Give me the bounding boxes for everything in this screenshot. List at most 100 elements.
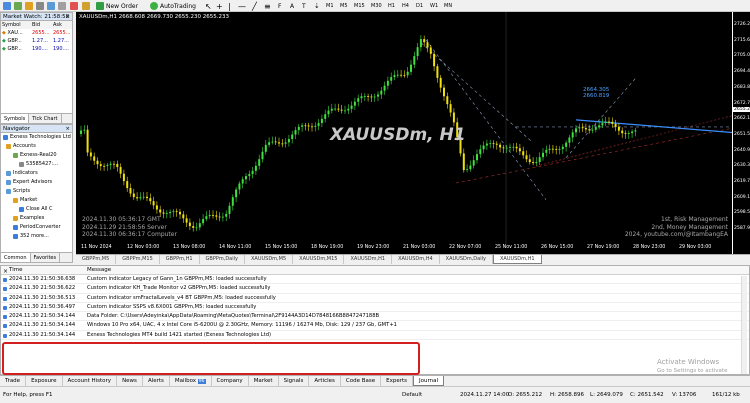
tab-journal[interactable]: Journal: [413, 376, 445, 386]
candle-body: [571, 132, 574, 138]
profiles-icon[interactable]: [14, 1, 22, 11]
nav-item-accounts[interactable]: Accounts: [1, 142, 72, 151]
close-icon[interactable]: ×: [3, 268, 8, 275]
chart-tab[interactable]: GBPPm,Daily: [200, 255, 245, 264]
chart-tab[interactable]: XAUUSDm,H1: [344, 255, 393, 264]
options-icon[interactable]: [82, 1, 90, 11]
journal-row[interactable]: 2024.11.30 21:50:36.638 Custom indicator …: [1, 275, 749, 285]
journal-row[interactable]: 2024.11.30 21:50:36.513 Custom indicator …: [1, 294, 749, 303]
nav-item-indicators[interactable]: Indicators: [1, 169, 72, 178]
timeframe-d1[interactable]: D1: [416, 1, 423, 11]
candle-body: [551, 148, 554, 150]
tab-company[interactable]: Company: [212, 376, 249, 386]
tab-code-base[interactable]: Code Base: [341, 376, 382, 386]
chart-tab[interactable]: XAUUSDm,M5: [245, 255, 294, 264]
timeframe-m5[interactable]: M5: [340, 1, 348, 11]
channel-icon[interactable]: ≡: [264, 1, 271, 11]
trendline-icon[interactable]: ╱: [252, 1, 257, 11]
market-watch-row[interactable]: ◆ GBP... 190.... 190....: [1, 45, 72, 53]
server-time: 2024.11.29 21:58:56 Server: [82, 223, 167, 231]
tab-news[interactable]: News: [117, 376, 143, 386]
chart-tab[interactable]: XAUUSDm,M15: [293, 255, 345, 264]
chart-tab[interactable]: GBPPm,M5: [76, 255, 117, 264]
timeframe-w1[interactable]: W1: [430, 1, 438, 11]
candle-body: [86, 129, 89, 153]
tab-symbols[interactable]: Symbols: [1, 114, 30, 123]
tab-alerts[interactable]: Alerts: [143, 376, 170, 386]
market-watch-row[interactable]: ◆ GBP... 1.27... 1.27...: [1, 37, 72, 45]
fibonacci-icon[interactable]: F: [278, 1, 281, 11]
close-icon[interactable]: ×: [65, 125, 70, 133]
candle-body: [152, 201, 155, 206]
chart-tab[interactable]: XAUUSDm,H4: [392, 255, 440, 264]
broker-icon: [3, 135, 8, 140]
new-order-button[interactable]: New Order: [96, 1, 138, 11]
journal-header: Time Message: [1, 266, 749, 275]
timeframe-m1[interactable]: M1: [326, 1, 334, 11]
folder-icon: [13, 216, 18, 221]
arrows-icon[interactable]: ⇣: [314, 1, 320, 11]
market-watch-icon[interactable]: [25, 1, 33, 11]
candle-body: [96, 160, 99, 165]
candle-body: [287, 139, 290, 143]
autotrading-button[interactable]: AutoTrading: [150, 1, 196, 11]
candle-body: [499, 144, 502, 148]
journal-row[interactable]: 2024.11.30 21:50:36.497 Custom indicator …: [1, 303, 749, 313]
journal-row[interactable]: 2024.11.30 21:50:34.144 Windows 10 Pro x6…: [1, 321, 749, 331]
price-chart[interactable]: XAUUSDm,H1 2668.608 2669.730 2655.230 26…: [76, 12, 732, 254]
journal-row[interactable]: 2024.11.30 21:50:34.144 Data Folder: C:\U…: [1, 312, 749, 322]
price-label: 2715.630: [734, 37, 750, 43]
nav-item-more[interactable]: 352 more...: [1, 232, 72, 241]
journal-row[interactable]: 2024.11.30 21:50:36.622 Custom indicator …: [1, 284, 749, 294]
tab-market[interactable]: Market: [249, 376, 279, 386]
nav-item-account-number[interactable]: 53585427:...: [1, 160, 72, 169]
chart-tab[interactable]: GBPPm,M15: [116, 255, 160, 264]
terminal-icon[interactable]: [47, 1, 55, 11]
market-watch-title: Market Watch: 21:58:58 ×: [1, 13, 72, 21]
timeframe-m15[interactable]: M15: [354, 1, 365, 11]
tab-tick-chart[interactable]: Tick Chart: [29, 114, 62, 123]
tab-articles[interactable]: Articles: [309, 376, 341, 386]
tab-common[interactable]: Common: [1, 253, 31, 262]
nav-item-periodconverter[interactable]: PeriodConverter: [1, 223, 72, 232]
tab-mailbox[interactable]: Mailbox 96: [170, 376, 212, 386]
crosshair-icon[interactable]: +: [216, 1, 223, 11]
timeframe-m30[interactable]: M30: [371, 1, 382, 11]
tab-signals[interactable]: Signals: [279, 376, 310, 386]
file-icon[interactable]: [3, 1, 11, 11]
tab-account-history[interactable]: Account History: [63, 376, 118, 386]
tab-exposure[interactable]: Exposure: [26, 376, 63, 386]
journal-row[interactable]: 2024.11.30 21:50:34.144 Exness Technologi…: [1, 331, 749, 341]
timeframe-h4[interactable]: H4: [402, 1, 409, 11]
chart-tab-active[interactable]: XAUUSDm,H1: [492, 255, 542, 264]
vertical-line-icon[interactable]: |: [228, 1, 231, 11]
nav-item-server[interactable]: Exness-Real20: [1, 151, 72, 160]
nav-item-broker[interactable]: Exness Technologies Ltd: [1, 133, 72, 142]
label-tool-icon[interactable]: T: [302, 1, 306, 11]
chart-tab[interactable]: XAUUSDm,Daily: [440, 255, 493, 264]
time-label: 29 Nov 03:00: [679, 245, 712, 250]
candle-body: [631, 131, 634, 134]
nav-item-expert-advisors[interactable]: Expert Advisors: [1, 178, 72, 187]
text-tool-icon[interactable]: A: [290, 1, 294, 11]
close-icon[interactable]: ×: [65, 13, 70, 21]
nav-item-market[interactable]: Market: [1, 196, 72, 205]
navigator-icon[interactable]: [36, 1, 44, 11]
timeframe-mn[interactable]: MN: [444, 1, 452, 11]
tab-favorites[interactable]: Favorites: [31, 253, 61, 262]
cursor-icon[interactable]: ↖: [205, 1, 212, 11]
timeframe-h1[interactable]: H1: [388, 1, 395, 11]
candle-body: [142, 196, 145, 198]
metaeditor-icon[interactable]: [70, 1, 78, 11]
chart-tab[interactable]: GBPPm,H1: [160, 255, 200, 264]
horizontal-line-icon[interactable]: —: [238, 1, 246, 11]
nav-item-examples[interactable]: Examples: [1, 214, 72, 223]
tester-icon[interactable]: [58, 1, 66, 11]
candle-body: [314, 125, 317, 127]
tab-trade[interactable]: Trade: [0, 376, 27, 386]
nav-item-close-all[interactable]: Close All C: [1, 205, 72, 214]
market-watch-row[interactable]: ◆ XAU... 2655... 2655...: [1, 29, 72, 37]
candle-body: [584, 128, 587, 130]
nav-item-scripts[interactable]: Scripts: [1, 187, 72, 196]
tab-experts[interactable]: Experts: [381, 376, 413, 386]
